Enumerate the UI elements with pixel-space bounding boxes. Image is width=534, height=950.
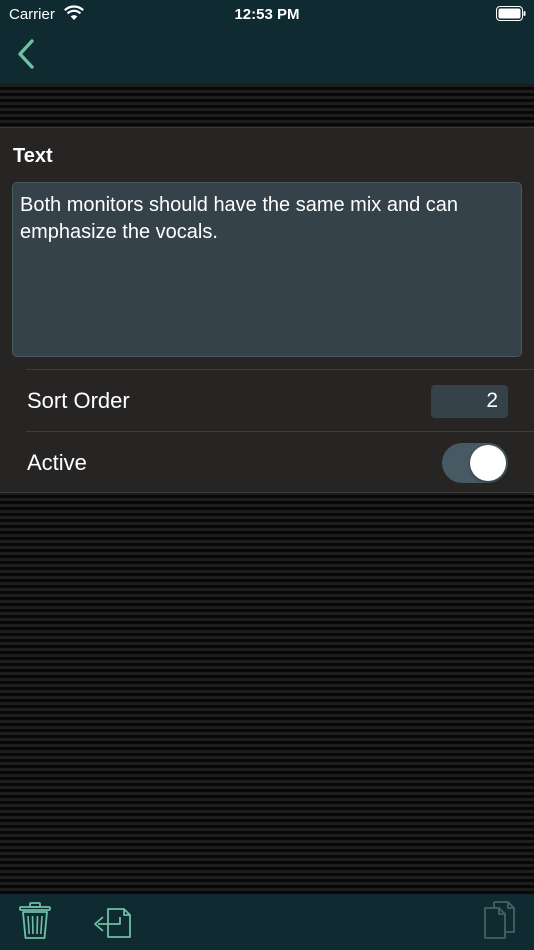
delete-button[interactable] [18, 902, 52, 940]
active-label: Active [27, 450, 87, 475]
duplicate-button[interactable] [483, 900, 517, 942]
divider [26, 431, 534, 432]
navigation-bar: Carrier 12:53 PM [0, 0, 534, 84]
clock: 12:53 PM [234, 6, 300, 23]
toggle-knob [470, 445, 506, 481]
duplicate-icon [484, 901, 515, 939]
export-button[interactable] [90, 902, 134, 940]
status-bar: Carrier 12:53 PM [0, 0, 534, 28]
battery-icon [496, 6, 526, 21]
export-icon [94, 908, 131, 938]
edit-form: Text Both monitors should have the same … [0, 127, 534, 493]
trash-icon [19, 902, 51, 939]
chevron-left-icon [18, 39, 34, 69]
text-input[interactable]: Both monitors should have the same mix a… [12, 182, 522, 357]
active-toggle[interactable] [442, 443, 508, 483]
sort-order-input[interactable]: 2 [431, 385, 508, 418]
sort-order-label: Sort Order [27, 388, 130, 413]
bottom-toolbar [0, 894, 534, 950]
back-button[interactable] [12, 38, 40, 70]
text-field-label: Text [13, 145, 53, 167]
screen: Carrier 12:53 PM Text Both monitors shou… [0, 0, 534, 950]
divider [26, 369, 534, 370]
